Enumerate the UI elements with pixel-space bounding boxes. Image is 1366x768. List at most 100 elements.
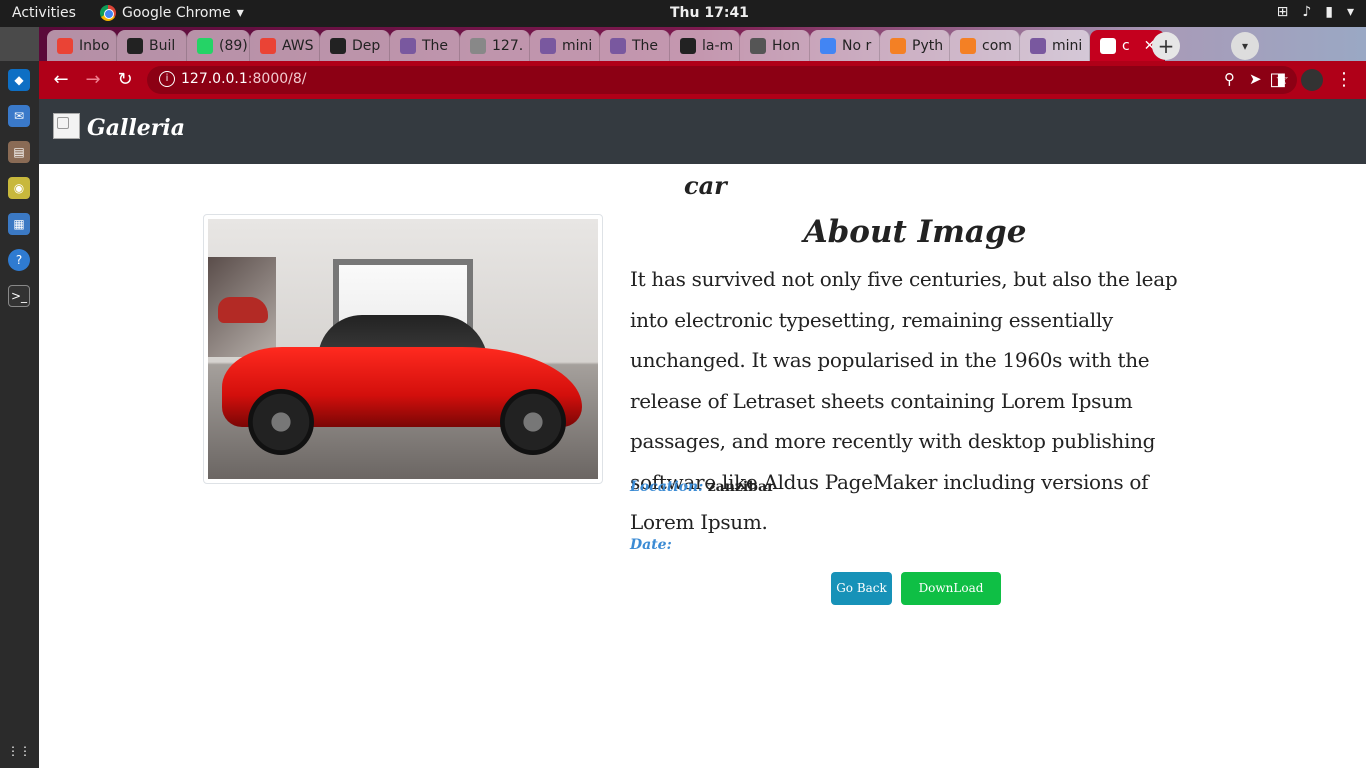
download-image-button[interactable]: DownLoad Image — [901, 572, 1001, 628]
zoom-icon[interactable]: ⚲ — [1224, 70, 1235, 88]
tab-label: com — [982, 37, 1012, 54]
browser-tab[interactable]: The — [600, 30, 670, 61]
github-icon — [330, 37, 346, 54]
address-bar[interactable]: i 127.0.0.1:8000/8/ ⚲ ➤ ☆ — [147, 66, 1297, 94]
files-launcher-icon[interactable]: ▤ — [8, 141, 30, 163]
reload-button[interactable]: ↻ — [114, 69, 136, 91]
heroku-icon — [540, 37, 556, 54]
battery-icon: ▮ — [1325, 4, 1333, 20]
broken-image-icon[interactable] — [53, 113, 80, 139]
thunderbird-launcher-icon[interactable]: ✉ — [8, 105, 30, 127]
menu-kebab-icon[interactable]: ⋮ — [1333, 69, 1355, 91]
browser-tab[interactable]: Dep — [320, 30, 390, 61]
about-heading: About Image — [803, 214, 1027, 250]
browser-tab[interactable]: mini — [1020, 30, 1090, 61]
browser-tab[interactable]: Buil — [117, 30, 187, 61]
app-grid-icon[interactable]: ⋮⋮ — [7, 740, 31, 762]
url-text[interactable]: 127.0.0.1:8000/8/ — [181, 71, 306, 87]
heroku-icon — [400, 37, 416, 54]
clock[interactable]: Thu 17:41 — [670, 5, 749, 21]
browser-tab[interactable]: (89) — [187, 30, 250, 61]
image-thumbnail — [203, 214, 603, 484]
tab-label: The — [422, 37, 449, 54]
globe-icon — [1100, 37, 1116, 54]
dock: ◆ ✉ ▤ ◉ ▦ ? >_ ⋮⋮ — [0, 27, 39, 768]
tab-label: Dep — [352, 37, 381, 54]
tab-search-button[interactable]: ▾ — [1231, 32, 1259, 60]
browser-tab[interactable]: The — [390, 30, 460, 61]
web-page: Galleria car About Image It has survived… — [39, 99, 1366, 768]
avatar[interactable] — [1301, 69, 1323, 91]
app-menu[interactable]: Google Chrome ▾ — [100, 5, 244, 21]
send-icon[interactable]: ➤ — [1249, 70, 1262, 88]
build-icon — [127, 37, 143, 54]
date-label: Date: — [630, 537, 672, 553]
browser-tab[interactable]: com — [950, 30, 1020, 61]
loading-icon — [820, 37, 836, 54]
rhythmbox-launcher-icon[interactable]: ◉ — [8, 177, 30, 199]
chrome-icon — [100, 5, 116, 21]
activities-button[interactable]: Activities — [12, 5, 76, 21]
location-value: zanzibar — [707, 479, 775, 495]
tab-label: mini — [562, 37, 593, 54]
front-wheel — [248, 389, 314, 455]
volume-icon: ♪ — [1302, 4, 1312, 20]
browser-tab[interactable]: 127. — [460, 30, 530, 61]
network-icon: ⊞ — [1276, 4, 1289, 20]
whatsapp-icon — [197, 37, 213, 54]
tab-label: 127. — [492, 37, 524, 54]
gmail-icon — [260, 37, 276, 54]
stackoverflow-icon — [960, 37, 976, 54]
gmail-icon — [57, 37, 73, 54]
terminal-launcher-icon[interactable]: >_ — [8, 285, 30, 307]
tab-label: AWS — [282, 37, 314, 54]
browser-tab[interactable]: Hon — [740, 30, 810, 61]
browser-toolbar: ← → ↻ i 127.0.0.1:8000/8/ ⚲ ➤ ☆ ◨ ⋮ — [39, 61, 1366, 99]
site-info-icon[interactable]: i — [159, 71, 175, 87]
back-button[interactable]: ← — [50, 69, 72, 91]
tab-label: (89) — [219, 37, 248, 54]
tab-label: The — [632, 37, 659, 54]
tab-label: Hon — [772, 37, 800, 54]
tab-label: Inbo — [79, 37, 110, 54]
tab-label: Buil — [149, 37, 176, 54]
browser-tab[interactable]: Pyth — [880, 30, 950, 61]
forward-button[interactable]: → — [82, 69, 104, 91]
tab-label: c — [1122, 37, 1130, 54]
app-menu-label: Google Chrome — [122, 5, 231, 21]
browser-tab[interactable]: mini — [530, 30, 600, 61]
browser-tab[interactable]: AWS — [250, 30, 320, 61]
tab-label: la-m — [702, 37, 734, 54]
heroku-icon — [1030, 37, 1046, 54]
tab-strip: Inbo Buil (89) AWS Dep The 127. mini The la-m Hon N… — [0, 27, 1366, 61]
go-back-button[interactable]: Go Back — [831, 572, 892, 605]
browser-tab[interactable]: No r — [810, 30, 880, 61]
globe-icon — [750, 37, 766, 54]
help-launcher-icon[interactable]: ? — [8, 249, 30, 271]
github-icon — [680, 37, 696, 54]
wall-painting — [208, 257, 276, 357]
stackoverflow-icon — [890, 37, 906, 54]
tab-label: mini — [1052, 37, 1083, 54]
chevron-down-icon: ▾ — [236, 5, 244, 21]
writer-launcher-icon[interactable]: ▦ — [8, 213, 30, 235]
chevron-down-icon: ▾ — [1346, 4, 1354, 20]
tab-label: Pyth — [912, 37, 944, 54]
side-panel-icon[interactable]: ◨ — [1267, 69, 1289, 91]
browser-tab[interactable]: la-m — [670, 30, 740, 61]
system-tray[interactable]: ⊞ ♪ ▮ ▾ — [1277, 4, 1354, 20]
date-row: Date: — [630, 537, 672, 553]
tab-label: No r — [842, 37, 872, 54]
car-photo — [208, 219, 598, 479]
location-label: Location: — [630, 479, 704, 495]
heroku-icon — [610, 37, 626, 54]
site-brand[interactable]: Galleria — [87, 115, 185, 141]
rear-wheel — [500, 389, 566, 455]
image-description: It has survived not only five centuries,… — [630, 267, 1178, 534]
loading-icon — [470, 37, 486, 54]
location-row: Location: zanzibar — [630, 479, 774, 495]
vscode-launcher-icon[interactable]: ◆ — [8, 69, 30, 91]
browser-tab[interactable]: Inbo — [47, 30, 117, 61]
new-tab-button[interactable]: + — [1152, 32, 1180, 60]
image-title: car — [684, 171, 727, 200]
